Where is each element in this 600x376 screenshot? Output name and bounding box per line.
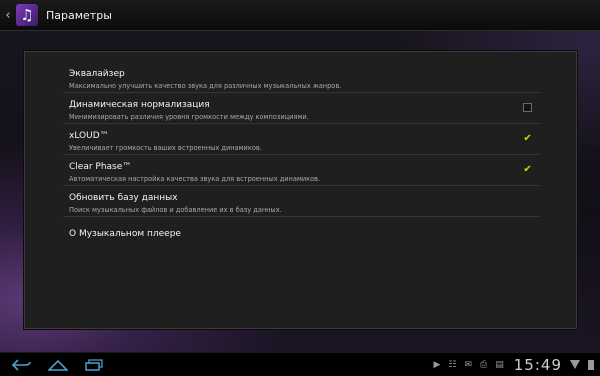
- pref-xloud[interactable]: xLOUD™ Увеличивает громкость ваших встро…: [63, 124, 540, 155]
- pref-title: Динамическая нормализация: [69, 100, 210, 110]
- usb-icon: ☷: [448, 359, 457, 370]
- pref-title: xLOUD™: [69, 131, 109, 141]
- preferences-list: Эквалайзер Максимально улучшить качество…: [63, 62, 540, 247]
- checkmark-icon: ✔: [523, 133, 532, 144]
- pref-summary: Максимально улучшить качество звука для …: [69, 82, 342, 90]
- pref-summary: Поиск музыкальных файлов и добавление их…: [69, 206, 282, 214]
- recent-apps-icon[interactable]: [80, 353, 108, 376]
- back-icon[interactable]: [8, 353, 36, 376]
- sd-card-icon: ▤: [495, 359, 504, 370]
- up-caret-icon[interactable]: ‹: [2, 0, 14, 30]
- pref-summary: Увеличивает громкость ваших встроенных д…: [69, 144, 262, 152]
- clear-phase-checkbox[interactable]: ✔: [523, 164, 532, 175]
- pref-title: Обновить базу данных: [69, 193, 178, 203]
- wifi-icon: [570, 360, 580, 369]
- pref-summary: Автоматическая настройка качества звука …: [69, 175, 321, 183]
- play-icon: ▶: [433, 359, 441, 370]
- mail-icon: ✉: [464, 359, 473, 370]
- download-icon: ⎙: [480, 359, 488, 370]
- settings-panel: Эквалайзер Максимально улучшить качество…: [24, 51, 577, 329]
- pref-title: О Музыкальном плеере: [69, 229, 181, 239]
- system-bar: ▶ ☷ ✉ ⎙ ▤ 15:49: [0, 352, 600, 376]
- action-bar: ‹ ♫ Параметры: [0, 0, 600, 31]
- music-note-icon[interactable]: ♫: [16, 4, 38, 26]
- pref-clear-phase[interactable]: Clear Phase™ Автоматическая настройка ка…: [63, 155, 540, 186]
- pref-title: Эквалайзер: [69, 69, 125, 79]
- battery-icon: [588, 360, 594, 370]
- normalization-checkbox[interactable]: [523, 103, 532, 112]
- page-title: Параметры: [46, 8, 112, 22]
- xloud-checkbox[interactable]: ✔: [523, 133, 532, 144]
- pref-update-database[interactable]: Обновить базу данных Поиск музыкальных ф…: [63, 186, 540, 217]
- status-area[interactable]: ▶ ☷ ✉ ⎙ ▤ 15:49: [426, 353, 594, 376]
- pref-title: Clear Phase™: [69, 162, 132, 172]
- pref-about-player[interactable]: О Музыкальном плеере: [63, 217, 540, 247]
- checkmark-icon: ✔: [523, 164, 532, 175]
- pref-dynamic-normalization[interactable]: Динамическая нормализация Минимизировать…: [63, 93, 540, 124]
- pref-summary: Минимизировать различия уровня громкости…: [69, 113, 309, 121]
- home-icon[interactable]: [44, 353, 72, 376]
- pref-equalizer[interactable]: Эквалайзер Максимально улучшить качество…: [63, 62, 540, 93]
- clock: 15:49: [513, 355, 562, 374]
